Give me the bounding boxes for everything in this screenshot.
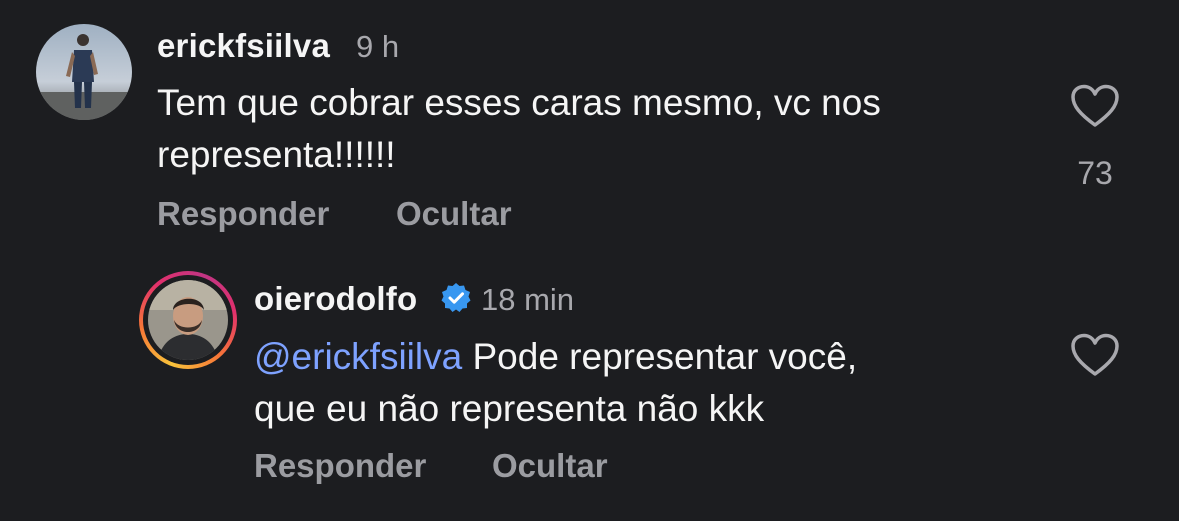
like-button[interactable]	[1070, 84, 1120, 133]
reply-text: @erickfsiilva Pode representar você, que…	[254, 331, 857, 435]
reply-text-body: Pode representar você,	[462, 336, 858, 377]
reply-text-line: @erickfsiilva Pode representar você,	[254, 331, 857, 383]
avatar-photo	[148, 280, 228, 360]
reply-text-line: que eu não representa não kkk	[254, 388, 765, 429]
mention-link[interactable]: @erickfsiilva	[254, 336, 462, 377]
verified-badge-icon	[440, 282, 472, 319]
like-button[interactable]	[1070, 333, 1120, 382]
hide-button[interactable]: Ocultar	[492, 447, 608, 485]
reply-timestamp: 18 min	[481, 282, 575, 317]
comment-text: Tem que cobrar esses caras mesmo, vc nos…	[157, 77, 881, 181]
comment-text-line: Tem que cobrar esses caras mesmo, vc nos	[157, 82, 881, 123]
reply-username[interactable]: oierodolfo	[254, 280, 417, 318]
verified-icon	[441, 283, 471, 312]
comment-text-line: representa!!!!!!	[157, 134, 396, 175]
avatar	[148, 280, 228, 360]
reply-button[interactable]: Responder	[254, 447, 426, 485]
comment-timestamp: 9 h	[356, 29, 400, 64]
heart-icon	[1071, 333, 1119, 376]
comment-username[interactable]: erickfsiilva	[157, 27, 330, 65]
avatar[interactable]	[36, 24, 132, 120]
avatar-story-ring[interactable]	[139, 271, 237, 369]
avatar-photo	[36, 24, 132, 120]
reply-button[interactable]: Responder	[157, 195, 329, 233]
heart-icon	[1071, 84, 1119, 127]
hide-button[interactable]: Ocultar	[396, 195, 512, 233]
like-count: 73	[1077, 155, 1113, 191]
